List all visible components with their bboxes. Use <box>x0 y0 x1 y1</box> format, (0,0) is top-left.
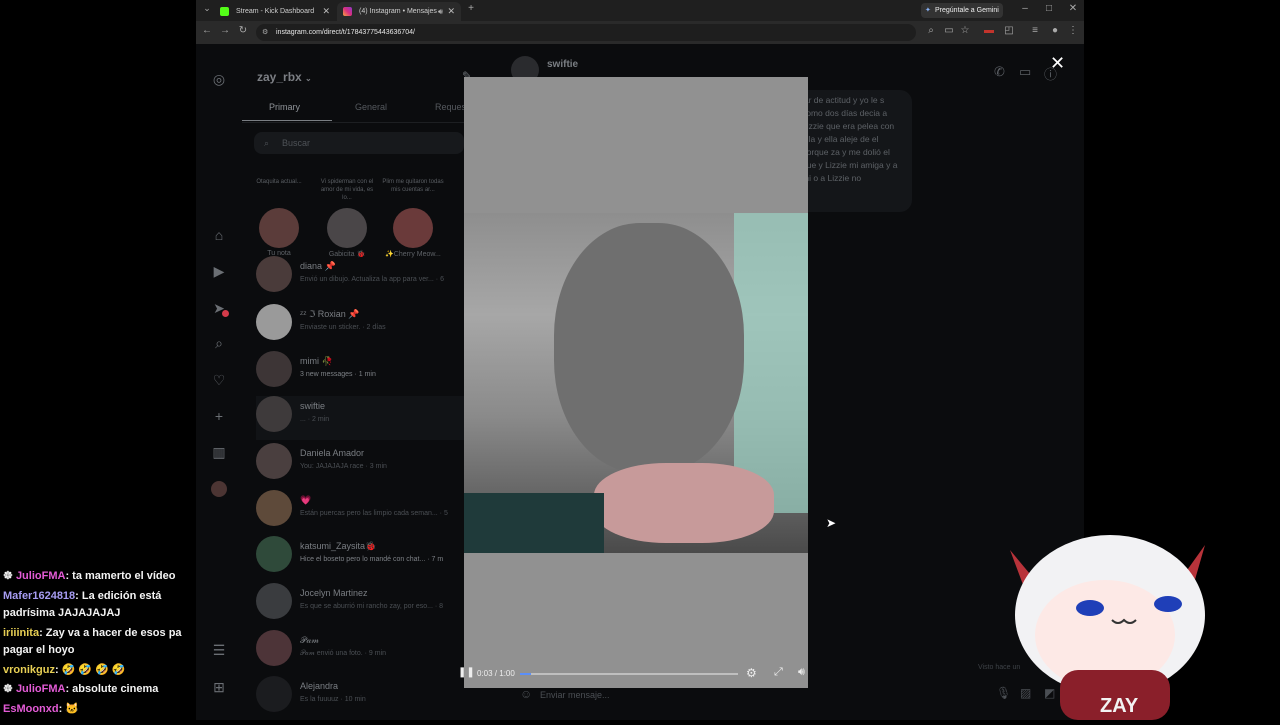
close-icon[interactable]: ✕ <box>1050 53 1065 74</box>
video-content <box>464 493 604 553</box>
chat-message: ☸ JulioFMA: absolute cinema <box>3 683 159 695</box>
fullscreen-icon[interactable]: ⤢ <box>774 666 783 679</box>
settings-gear-icon[interactable]: ⚙ <box>746 666 757 680</box>
chat-message: vronikguz: 🤣 🤣 🤣 🤣 <box>3 664 126 676</box>
pause-icon[interactable]: ❚❚ <box>458 667 475 678</box>
chat-message: ☸ JulioFMA: ta mamerto el vídeo <box>3 570 176 582</box>
seek-bar[interactable] <box>520 673 738 675</box>
video-controls: ❚❚ 0:03 / 1:00 ⚙ ⤢ 🔊︎ <box>458 666 805 680</box>
mascot-illustration: ZAY <box>1010 535 1205 720</box>
video-frame <box>464 213 808 553</box>
mascot-shirt-text: ZAY <box>1100 695 1139 717</box>
mouse-cursor: ➤ <box>826 516 837 530</box>
chat-message: EsMoonxd: 🐱 <box>3 703 80 715</box>
volume-icon[interactable]: 🔊︎ <box>798 666 805 679</box>
chat-message: iriiinita: Zay va a hacer de esos pa pag… <box>3 627 182 656</box>
badge-icon: ☸ <box>3 683 13 695</box>
vtuber-mascot: ZAY <box>1000 520 1214 720</box>
badge-icon: ☸ <box>3 570 13 582</box>
video-content <box>594 463 774 543</box>
seek-progress <box>520 673 531 675</box>
chat-message: Mafer1624818: La edición está padrísima … <box>3 590 162 619</box>
video-content <box>554 223 744 473</box>
video-player[interactable] <box>464 77 808 688</box>
video-content <box>734 213 808 513</box>
